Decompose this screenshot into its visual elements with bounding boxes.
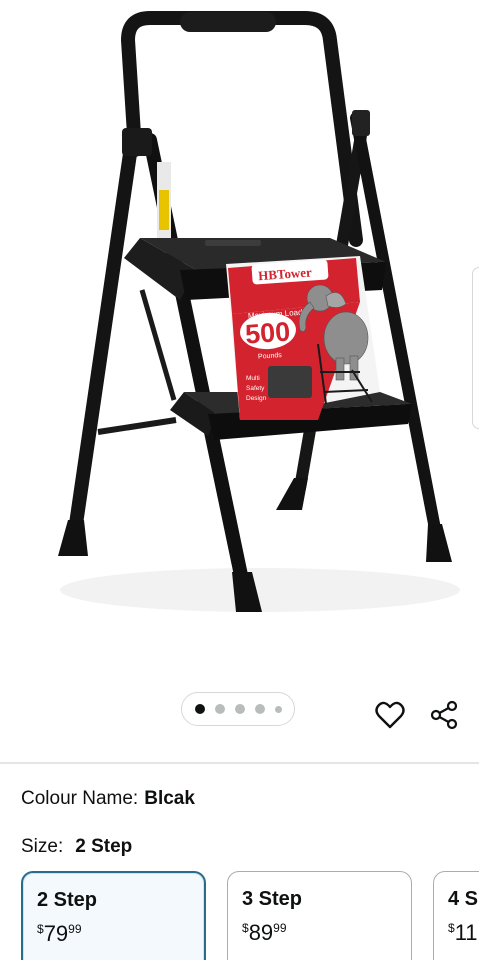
- heart-outline-icon: [375, 701, 405, 729]
- step-ladder-image: HBTower Maximum Load 500 Pounds Multi Sa…: [58, 11, 460, 612]
- size-option-name: 3 Step: [242, 888, 303, 910]
- colour-label: Colour Name:: [21, 788, 139, 809]
- badge-value: 500: [244, 316, 291, 349]
- load-badge: HBTower Maximum Load 500 Pounds Multi Sa…: [226, 256, 380, 420]
- size-value: 2 Step: [75, 836, 133, 857]
- carousel-dot-5[interactable]: [274, 705, 282, 713]
- section-divider: [0, 762, 479, 764]
- image-carousel-indicator[interactable]: [181, 692, 295, 726]
- colour-value: Blcak: [144, 788, 195, 809]
- size-option-4-step[interactable]: 4 S $11: [433, 871, 479, 960]
- carousel-dot-1[interactable]: [194, 704, 205, 714]
- size-option-3-step[interactable]: 3 Step $8999: [227, 871, 412, 960]
- size-option-price: $8999: [242, 920, 287, 945]
- size-option-price: $7999: [37, 921, 82, 946]
- carousel-dot-4[interactable]: [254, 704, 265, 714]
- carousel-dot-3[interactable]: [234, 704, 245, 714]
- share-button[interactable]: [427, 698, 461, 732]
- colour-selection-row: Colour Name: Blcak: [21, 787, 195, 811]
- size-option-name: 2 Step: [37, 889, 98, 911]
- size-selection-row: Size: 2 Step: [21, 835, 132, 859]
- size-option-price: $11: [448, 920, 478, 945]
- carousel-dot-2[interactable]: [214, 704, 225, 714]
- wishlist-button[interactable]: [373, 698, 407, 732]
- product-image-carousel[interactable]: HBTower Maximum Load 500 Pounds Multi Sa…: [0, 0, 479, 680]
- share-icon: [430, 700, 458, 730]
- next-image-peek[interactable]: [472, 267, 479, 429]
- size-option-name: 4 S: [448, 888, 479, 910]
- size-label: Size:: [21, 836, 64, 857]
- size-option-2-step[interactable]: 2 Step $7999: [21, 871, 206, 960]
- product-detail-page: HBTower Maximum Load 500 Pounds Multi Sa…: [0, 0, 479, 960]
